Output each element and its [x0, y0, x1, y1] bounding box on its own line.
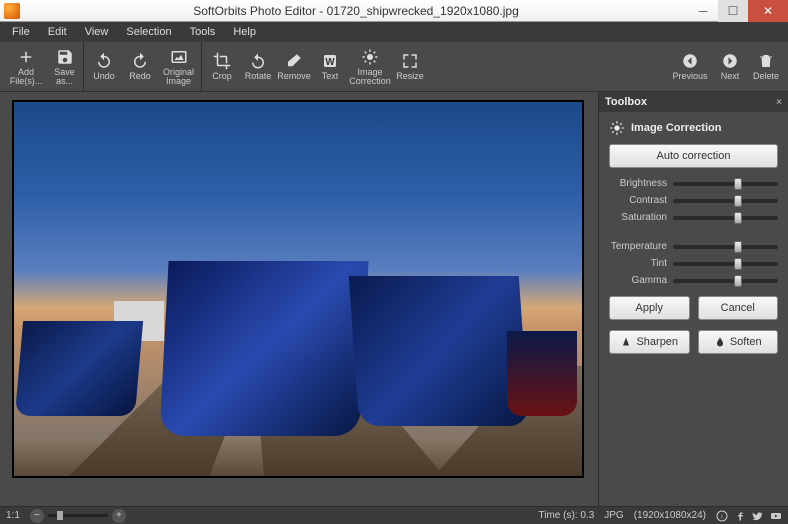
next-icon [721, 52, 739, 70]
eraser-icon [285, 52, 303, 70]
close-button[interactable]: ✕ [748, 0, 788, 22]
menu-file[interactable]: File [4, 24, 38, 40]
info-icon[interactable]: i [716, 510, 728, 522]
image-correction-button[interactable]: Image Correction [348, 42, 392, 91]
auto-correction-button[interactable]: Auto correction [609, 144, 778, 168]
crop-button[interactable]: Crop [204, 42, 240, 91]
section-title: Image Correction [609, 120, 778, 136]
zoom-out-button[interactable]: − [30, 509, 44, 523]
menu-help[interactable]: Help [225, 24, 264, 40]
statusbar: 1:1 − + Time (s): 0.3 JPG (1920x1080x24)… [0, 506, 788, 524]
window-title: SoftOrbits Photo Editor - 01720_shipwrec… [24, 4, 688, 18]
undo-icon [95, 52, 113, 70]
resize-button[interactable]: Resize [392, 42, 428, 91]
canvas-area[interactable] [0, 92, 598, 506]
previous-icon [681, 52, 699, 70]
brightness-icon [609, 120, 625, 136]
app-icon [4, 3, 20, 19]
cancel-button[interactable]: Cancel [698, 296, 779, 320]
rotate-button[interactable]: Rotate [240, 42, 276, 91]
resize-icon [401, 52, 419, 70]
time-status: Time (s): 0.3 [539, 510, 595, 521]
rotate-icon [249, 52, 267, 70]
delete-button[interactable]: Delete [748, 42, 784, 91]
brightness-label: Brightness [609, 178, 667, 189]
brightness-icon [361, 48, 379, 66]
maximize-button[interactable]: ☐ [718, 0, 748, 22]
zoom-slider[interactable] [48, 514, 108, 517]
crop-icon [213, 52, 231, 70]
titlebar: SoftOrbits Photo Editor - 01720_shipwrec… [0, 0, 788, 22]
undo-button[interactable]: Undo [86, 42, 122, 91]
soften-button[interactable]: Soften [698, 330, 779, 354]
minimize-button[interactable]: ─ [688, 0, 718, 22]
twitter-icon[interactable] [752, 510, 764, 522]
redo-button[interactable]: Redo [122, 42, 158, 91]
previous-button[interactable]: Previous [668, 42, 712, 91]
tint-label: Tint [609, 258, 667, 269]
next-button[interactable]: Next [712, 42, 748, 91]
menubar: File Edit View Selection Tools Help [0, 22, 788, 42]
toolbox-header: Toolbox × [599, 92, 788, 112]
svg-text:i: i [721, 513, 722, 520]
menu-tools[interactable]: Tools [182, 24, 224, 40]
original-icon [170, 48, 188, 66]
sharpen-button[interactable]: Sharpen [609, 330, 690, 354]
add-files-icon [17, 48, 35, 66]
format-status: JPG [604, 510, 623, 521]
photo-preview [12, 100, 584, 478]
menu-edit[interactable]: Edit [40, 24, 75, 40]
text-icon: W [321, 52, 339, 70]
add-files-button[interactable]: Add File(s)... [4, 42, 48, 91]
zoom-ratio: 1:1 [6, 510, 20, 521]
temperature-slider[interactable] [673, 245, 778, 249]
toolbox-close-icon[interactable]: × [776, 97, 782, 108]
text-button[interactable]: W Text [312, 42, 348, 91]
zoom-control: − + [30, 509, 126, 523]
original-image-button[interactable]: Original Image [158, 42, 202, 91]
menu-view[interactable]: View [77, 24, 117, 40]
brightness-slider[interactable] [673, 182, 778, 186]
saturation-slider[interactable] [673, 216, 778, 220]
gamma-slider[interactable] [673, 279, 778, 283]
youtube-icon[interactable] [770, 510, 782, 522]
toolbar: Add File(s)... Save as... Undo Redo Orig… [0, 42, 788, 92]
remove-button[interactable]: Remove [276, 42, 312, 91]
toolbox-panel: Toolbox × Image Correction Auto correcti… [598, 92, 788, 506]
apply-button[interactable]: Apply [609, 296, 690, 320]
soften-icon [714, 336, 726, 348]
contrast-slider[interactable] [673, 199, 778, 203]
dimensions-status: (1920x1080x24) [634, 510, 706, 521]
save-icon [56, 48, 74, 66]
svg-text:W: W [325, 57, 335, 68]
sharpen-icon [620, 336, 632, 348]
redo-icon [131, 52, 149, 70]
gamma-label: Gamma [609, 275, 667, 286]
save-as-button[interactable]: Save as... [48, 42, 84, 91]
saturation-label: Saturation [609, 212, 667, 223]
menu-selection[interactable]: Selection [118, 24, 179, 40]
contrast-label: Contrast [609, 195, 667, 206]
temperature-label: Temperature [609, 241, 667, 252]
facebook-icon[interactable] [734, 510, 746, 522]
tint-slider[interactable] [673, 262, 778, 266]
trash-icon [757, 52, 775, 70]
zoom-in-button[interactable]: + [112, 509, 126, 523]
